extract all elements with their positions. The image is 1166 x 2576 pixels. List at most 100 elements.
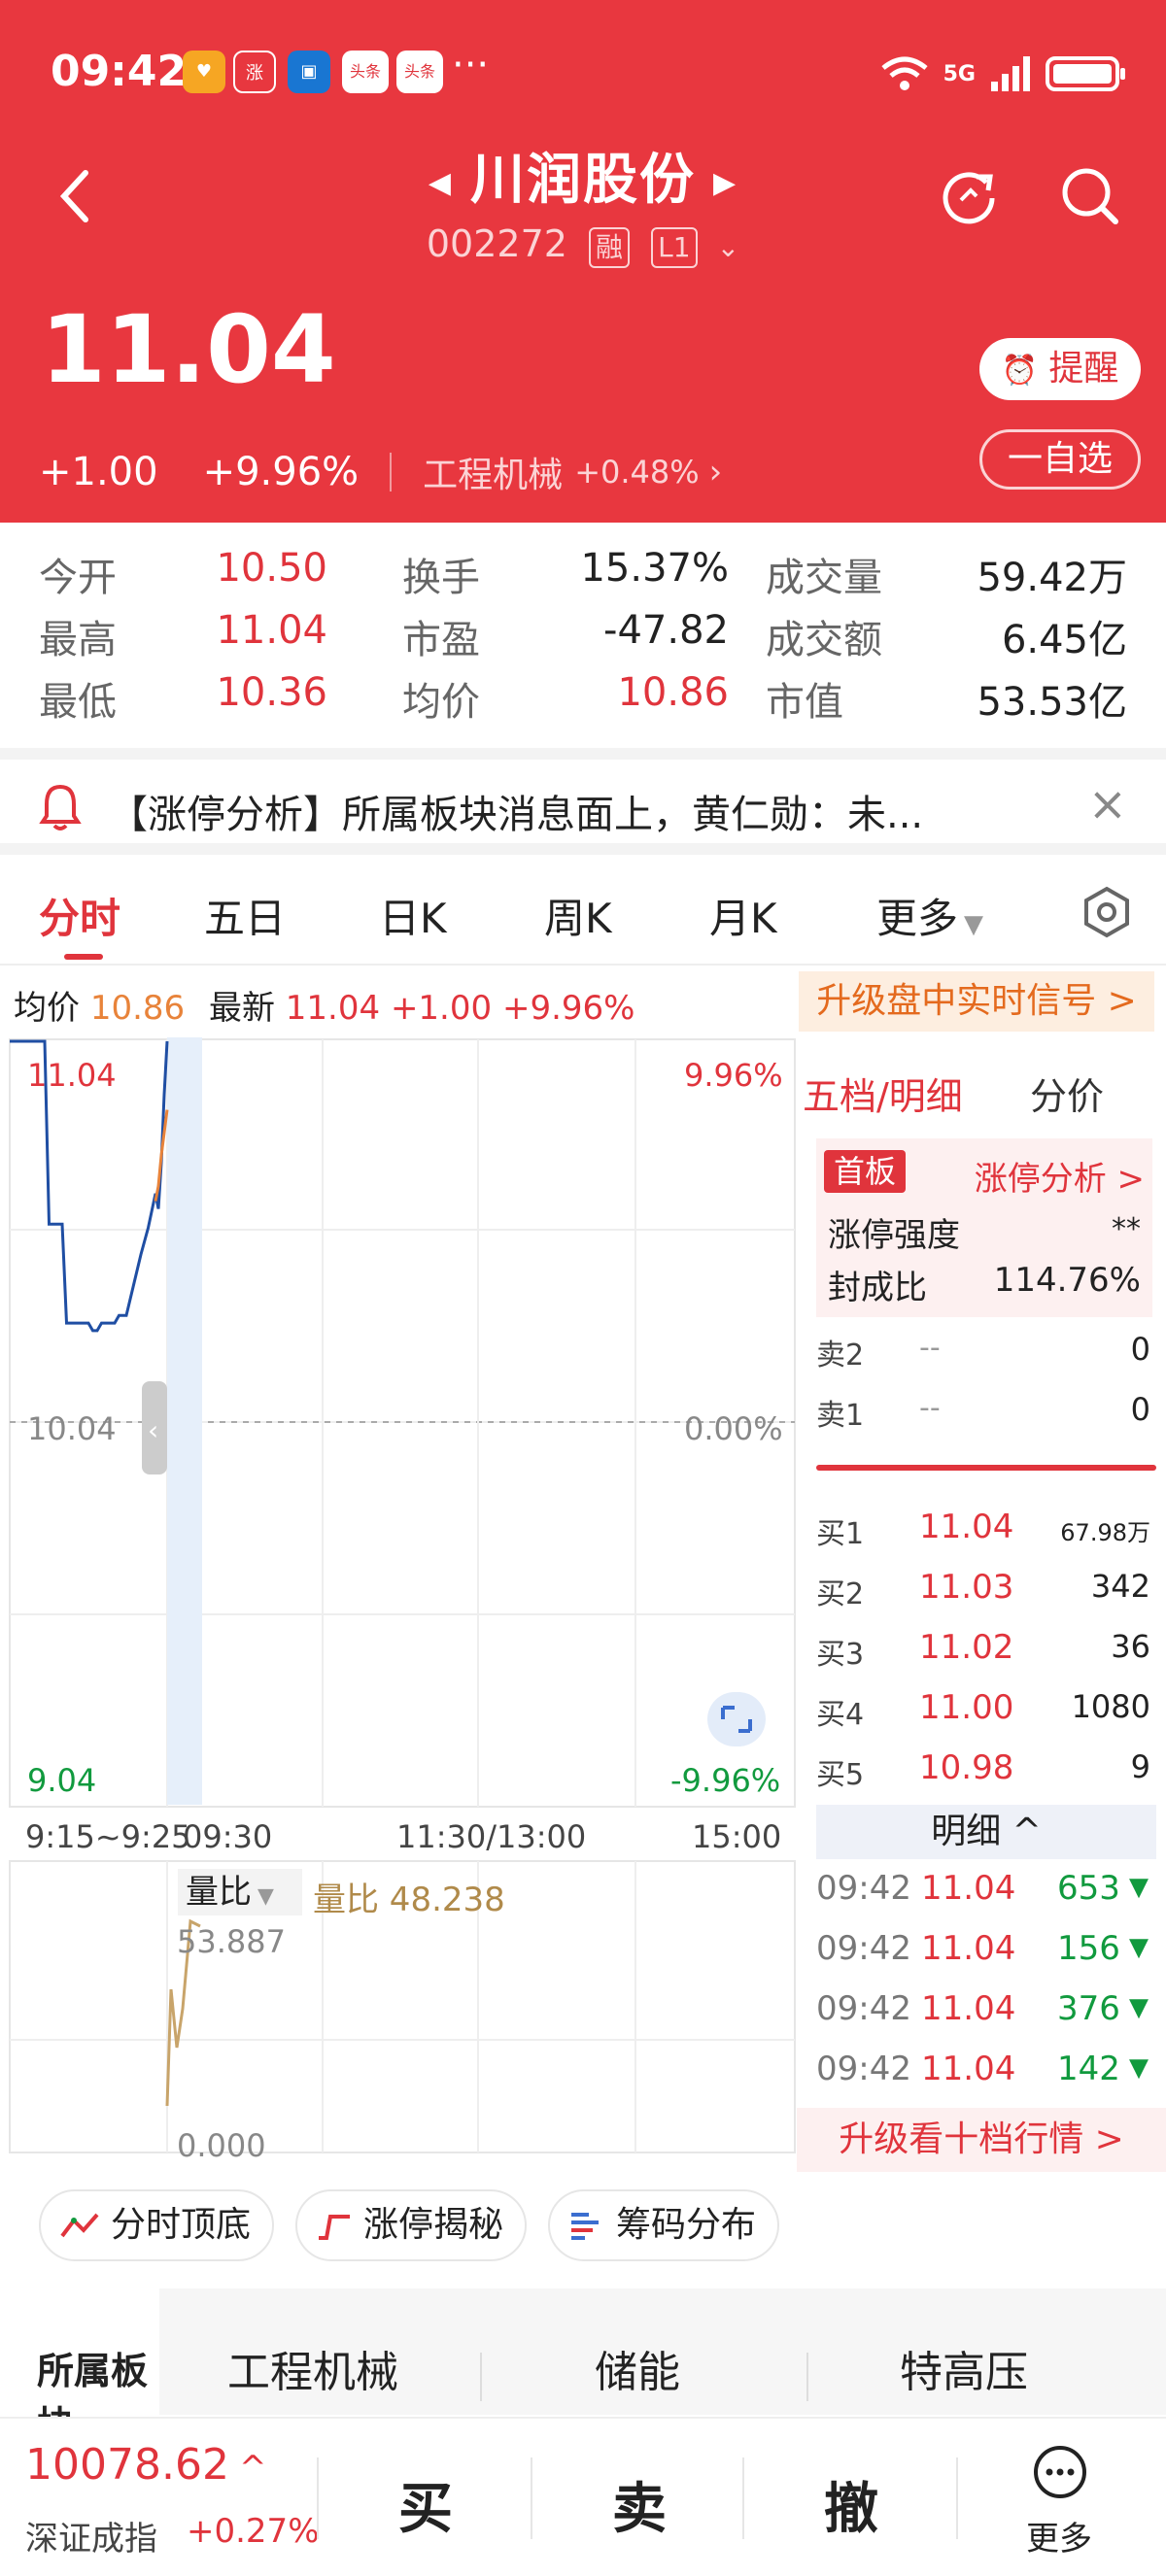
sector-strip-label-box: 所属板块 — [0, 2288, 159, 2446]
bid-volume: 9 — [1130, 1748, 1150, 1785]
add-watchlist-button[interactable]: 一自选 — [979, 429, 1141, 490]
bottom-divider — [317, 2457, 319, 2539]
collapse-handle-icon: ‹ — [148, 1414, 158, 1446]
alert-button[interactable]: ⏰ 提醒 — [979, 338, 1141, 400]
tick-volume: 156 — [1057, 1929, 1120, 1968]
bid-price: 11.02 — [919, 1628, 1014, 1667]
tab-daily-k[interactable]: 日K — [379, 886, 447, 945]
level-tag: L1 — [651, 227, 698, 268]
refresh-icon[interactable] — [938, 163, 1000, 225]
stat-label: 市值 — [766, 680, 843, 725]
network-type: 5G — [943, 61, 976, 86]
bid-row: 买5 10.98 9 — [816, 1748, 1156, 1793]
upgrade-level10-button[interactable]: 升级看十档行情 > — [797, 2108, 1166, 2172]
tick-volume: 376 — [1057, 1989, 1120, 2028]
buy-button[interactable]: 买 — [398, 2465, 453, 2544]
ask-price: -- — [919, 1331, 941, 1365]
tab-weekly-k[interactable]: 周K — [544, 886, 612, 945]
alert-label: 提醒 — [1048, 349, 1119, 389]
sector-item-energy-storage[interactable]: 储能 — [595, 2337, 680, 2399]
limit-up-icon — [319, 2215, 351, 2240]
tab-order-book[interactable]: 五档/明细 — [803, 1067, 963, 1120]
axis-mid-left: 10.04 — [27, 1410, 117, 1447]
stat-label: 今开 — [39, 556, 117, 600]
tab-5day[interactable]: 五日 — [204, 886, 286, 945]
stat-value: 11.04 — [216, 608, 327, 653]
stat-value: 6.45亿 — [1001, 618, 1127, 662]
tab-more[interactable]: 更多 ▼ — [876, 886, 983, 945]
ask-price: -- — [919, 1391, 941, 1425]
bid-volume: 67.98万 — [1060, 1519, 1150, 1546]
ask-name: 卖2 — [816, 1339, 865, 1373]
tab-underline — [64, 954, 103, 960]
tick-row: 09:42 11.04 653 ▼ — [816, 1869, 1166, 1908]
tick-price: 11.04 — [921, 2050, 1016, 2088]
signal-icon — [991, 56, 1030, 91]
margin-tag: 融 — [589, 227, 631, 268]
chip-intraday-top-bottom[interactable]: 分时顶底 — [39, 2189, 275, 2261]
tab-monthly-k[interactable]: 月K — [709, 886, 777, 945]
quote-stats: 今开 10.50 换手 15.37% 成交量 59.42万 最高 11.04 市盈 -47.82 成… — [0, 525, 1166, 744]
detail-toggle[interactable]: 明细 ^ — [816, 1805, 1156, 1859]
strength-label: 涨停强度 — [828, 1216, 960, 1255]
strength-value: ** — [1112, 1212, 1141, 1246]
close-icon[interactable]: × — [1088, 777, 1127, 831]
tab-price-distribution[interactable]: 分价 — [1030, 1067, 1104, 1120]
prev-stock-button[interactable]: ◀ — [429, 166, 453, 200]
ask-volume: 0 — [1130, 1391, 1150, 1428]
avg-value: 10.86 — [89, 989, 186, 1028]
bell-icon — [39, 784, 82, 830]
sector-pct: +0.48% — [574, 454, 700, 491]
status-bar: 09:42 ♥ 涨 ▣ 头条 头条 ··· 5G — [0, 39, 1166, 117]
bid-row: 买3 11.02 36 — [816, 1628, 1156, 1673]
stat-label: 最低 — [39, 680, 117, 725]
index-value[interactable]: 10078.62 ^ — [25, 2440, 266, 2490]
sector-item-uhv[interactable]: 特高压 — [900, 2337, 1028, 2399]
app-notification-icon-zhang: 涨 — [233, 51, 276, 93]
ratio-label: 封成比 — [828, 1269, 927, 1307]
bid-price: 10.98 — [919, 1748, 1014, 1787]
distribution-icon — [571, 2213, 600, 2240]
sector-link[interactable]: 工程机械 — [423, 447, 563, 497]
down-arrow-icon: ▼ — [1129, 1873, 1149, 1902]
bid-row: 买2 11.03 342 — [816, 1568, 1156, 1612]
chip-limit-up-secret[interactable]: 涨停揭秘 — [295, 2189, 528, 2261]
notice-text[interactable]: 【涨停分析】所属板块消息面上，黄仁勋：未... — [109, 783, 923, 839]
expand-chart-button — [707, 1692, 766, 1746]
tick-price: 11.04 — [921, 1929, 1016, 1968]
app-notification-icon-toutiao-2: 头条 — [396, 51, 443, 93]
sector-item-engineering[interactable]: 工程机械 — [227, 2337, 398, 2399]
bid-name: 买5 — [816, 1758, 865, 1792]
more-label[interactable]: 更多 — [1026, 2512, 1092, 2559]
sell-button[interactable]: 卖 — [612, 2465, 667, 2544]
search-icon[interactable] — [1057, 163, 1121, 227]
stat-value: 10.86 — [617, 670, 729, 715]
bid-price: 11.03 — [919, 1568, 1014, 1607]
tick-time: 09:42 — [816, 1989, 911, 2028]
stat-label: 成交量 — [766, 556, 882, 600]
bid-price: 11.04 — [919, 1508, 1014, 1546]
next-stock-button[interactable]: ▶ — [713, 166, 737, 200]
tab-intraday[interactable]: 分时 — [39, 886, 120, 945]
chip-chip-distribution[interactable]: 筹码分布 — [548, 2189, 780, 2261]
tick-row: 09:42 11.04 142 ▼ — [816, 2050, 1166, 2088]
notice-bar[interactable]: 【涨停分析】所属板块消息面上，黄仁勋：未... × — [0, 748, 1166, 855]
limit-up-analysis-link[interactable]: 涨停分析 > — [975, 1152, 1145, 1200]
upgrade-signal-button[interactable]: 升级盘中实时信号 > — [799, 971, 1154, 1032]
intraday-chart[interactable]: ‹ — [0, 1037, 797, 2154]
battery-icon — [1046, 56, 1125, 91]
index-pct: +0.27% — [187, 2512, 320, 2551]
stat-value: 53.53亿 — [977, 680, 1127, 725]
ask-row: 卖2 -- 0 — [816, 1331, 1156, 1373]
chart-settings-icon[interactable] — [1080, 886, 1133, 938]
avg-label: 均价 — [14, 989, 80, 1028]
cancel-order-button[interactable]: 撤 — [824, 2465, 878, 2544]
volume-indicator-select[interactable]: 量比 ▼ — [178, 1869, 302, 1915]
app-notification-icon: ♥ — [183, 51, 225, 93]
limit-up-card[interactable]: 首板 涨停分析 > 涨停强度 ** 封成比 114.76% — [816, 1138, 1152, 1317]
more-icon[interactable] — [1032, 2444, 1088, 2500]
axis-top-right: 9.96% — [684, 1057, 783, 1094]
down-arrow-icon: ▼ — [1129, 2053, 1149, 2083]
chevron-down-icon[interactable]: ⌄ — [717, 231, 739, 263]
ask-name: 卖1 — [816, 1399, 865, 1433]
